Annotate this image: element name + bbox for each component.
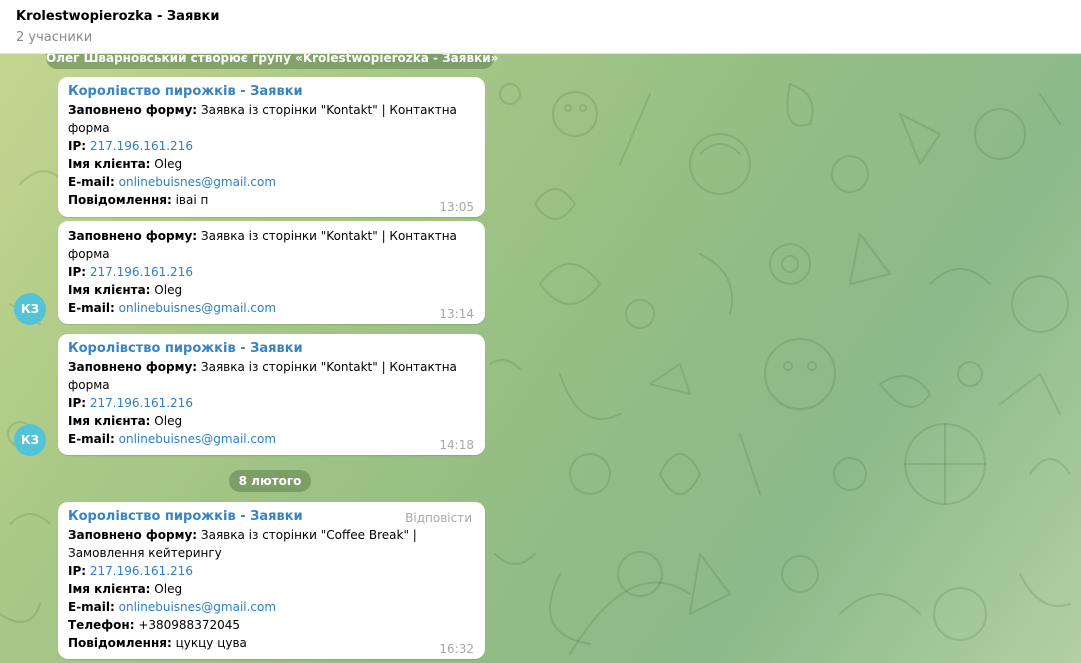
message-time: 13:14 — [439, 307, 474, 321]
note-line: Повідомлення: іваі п — [68, 191, 475, 209]
email-line: E-mail: onlinebuisnes@gmail.com — [68, 299, 475, 317]
form-line-continued: форма — [68, 121, 110, 135]
client-name: Oleg — [154, 283, 183, 297]
email-label: E-mail: — [68, 432, 115, 446]
chat-header[interactable]: Krolestwopierozka - Заявки 2 учасники — [0, 0, 1081, 54]
avatar[interactable]: КЗ — [14, 424, 46, 456]
email-link[interactable]: onlinebuisnes@gmail.com — [119, 175, 276, 189]
client-name: Oleg — [154, 582, 183, 596]
ip-line: IP: 217.196.161.216 — [68, 263, 475, 281]
ip-line: IP: 217.196.161.216 — [68, 562, 475, 580]
sender-name[interactable]: Королівство пирожків - Заявки — [68, 83, 475, 101]
form-line: Заповнено форму: Заявка із сторінки "Kon… — [68, 101, 475, 119]
ip-label: IP: — [68, 564, 87, 578]
ip-link[interactable]: 217.196.161.216 — [90, 396, 193, 410]
form-label: Заповнено форму: — [68, 528, 198, 542]
client-name-label: Імя клієнта: — [68, 157, 151, 171]
note-text: цукцу цува — [175, 636, 247, 650]
client-name: Oleg — [154, 414, 183, 428]
message-time: 14:18 — [439, 438, 474, 452]
sender-name[interactable]: Королівство пирожків - Заявки — [68, 340, 475, 358]
client-name-label: Імя клієнта: — [68, 582, 151, 596]
ip-label: IP: — [68, 265, 87, 279]
form-label: Заповнено форму: — [68, 360, 198, 374]
email-label: E-mail: — [68, 301, 115, 315]
form-value: Заявка із сторінки "Kontakt" | Контактна — [200, 360, 457, 374]
ip-link[interactable]: 217.196.161.216 — [90, 564, 193, 578]
client-name-label: Імя клієнта: — [68, 414, 151, 428]
chat-area[interactable]: Олег Шварновський створює групу «Krolest… — [0, 54, 1081, 663]
phone-label: Телефон: — [68, 618, 135, 632]
avatar[interactable]: КЗ — [14, 293, 46, 325]
ip-link[interactable]: 217.196.161.216 — [90, 139, 193, 153]
email-link[interactable]: onlinebuisnes@gmail.com — [119, 301, 276, 315]
phone-line: Телефон: +380988372045 — [68, 616, 475, 634]
client-name-line: Імя клієнта: Oleg — [68, 412, 475, 430]
member-count[interactable]: 2 учасники — [16, 30, 92, 45]
form-line: Заповнено форму: Заявка із сторінки "Kon… — [68, 358, 475, 376]
ip-label: IP: — [68, 139, 87, 153]
form-label: Заповнено форму: — [68, 103, 198, 117]
date-separator: 8 лютого — [229, 470, 311, 492]
email-label: E-mail: — [68, 175, 115, 189]
reply-button[interactable]: Відповісти — [405, 511, 472, 525]
ip-label: IP: — [68, 396, 87, 410]
note-label: Повідомлення: — [68, 636, 172, 650]
form-value: Заявка із сторінки "Kontakt" | Контактна — [200, 103, 457, 117]
form-line-continued: форма — [68, 247, 110, 261]
form-line: Заповнено форму: Заявка із сторінки "Kon… — [68, 227, 475, 245]
ip-line: IP: 217.196.161.216 — [68, 137, 475, 155]
email-line: E-mail: onlinebuisnes@gmail.com — [68, 173, 475, 191]
email-line: E-mail: onlinebuisnes@gmail.com — [68, 430, 475, 448]
form-value: Заявка із сторінки "Coffee Break" | — [200, 528, 417, 542]
note-text: іваі п — [175, 193, 209, 207]
client-name-line: Імя клієнта: Oleg — [68, 155, 475, 173]
message-bubble[interactable]: Королівство пирожків - Заявки Заповнено … — [58, 77, 485, 217]
client-name: Oleg — [154, 157, 183, 171]
chat-title[interactable]: Krolestwopierozka - Заявки — [16, 9, 219, 24]
phone-number: +380988372045 — [138, 618, 240, 632]
email-link[interactable]: onlinebuisnes@gmail.com — [119, 432, 276, 446]
client-name-line: Імя клієнта: Oleg — [68, 580, 475, 598]
form-line: Заповнено форму: Заявка із сторінки "Cof… — [68, 526, 475, 544]
client-name-label: Імя клієнта: — [68, 283, 151, 297]
note-label: Повідомлення: — [68, 193, 172, 207]
message-time: 13:05 — [439, 200, 474, 214]
email-label: E-mail: — [68, 600, 115, 614]
form-value: Заявка із сторінки "Kontakt" | Контактна — [200, 229, 457, 243]
group-created-notice: Олег Шварновський створює групу «Krolest… — [46, 54, 498, 69]
ip-line: IP: 217.196.161.216 — [68, 394, 475, 412]
message-bubble[interactable]: Заповнено форму: Заявка із сторінки "Kon… — [58, 221, 485, 324]
message-bubble[interactable]: Королівство пирожків - Заявки Відповісти… — [58, 502, 485, 659]
message-time: 16:32 — [439, 642, 474, 656]
form-line-continued: Замовлення кейтерингу — [68, 546, 222, 560]
email-line: E-mail: onlinebuisnes@gmail.com — [68, 598, 475, 616]
form-label: Заповнено форму: — [68, 229, 198, 243]
form-line-continued: форма — [68, 378, 110, 392]
ip-link[interactable]: 217.196.161.216 — [90, 265, 193, 279]
note-line: Повідомлення: цукцу цува — [68, 634, 475, 652]
email-link[interactable]: onlinebuisnes@gmail.com — [119, 600, 276, 614]
client-name-line: Імя клієнта: Oleg — [68, 281, 475, 299]
message-bubble[interactable]: Королівство пирожків - Заявки Заповнено … — [58, 334, 485, 455]
